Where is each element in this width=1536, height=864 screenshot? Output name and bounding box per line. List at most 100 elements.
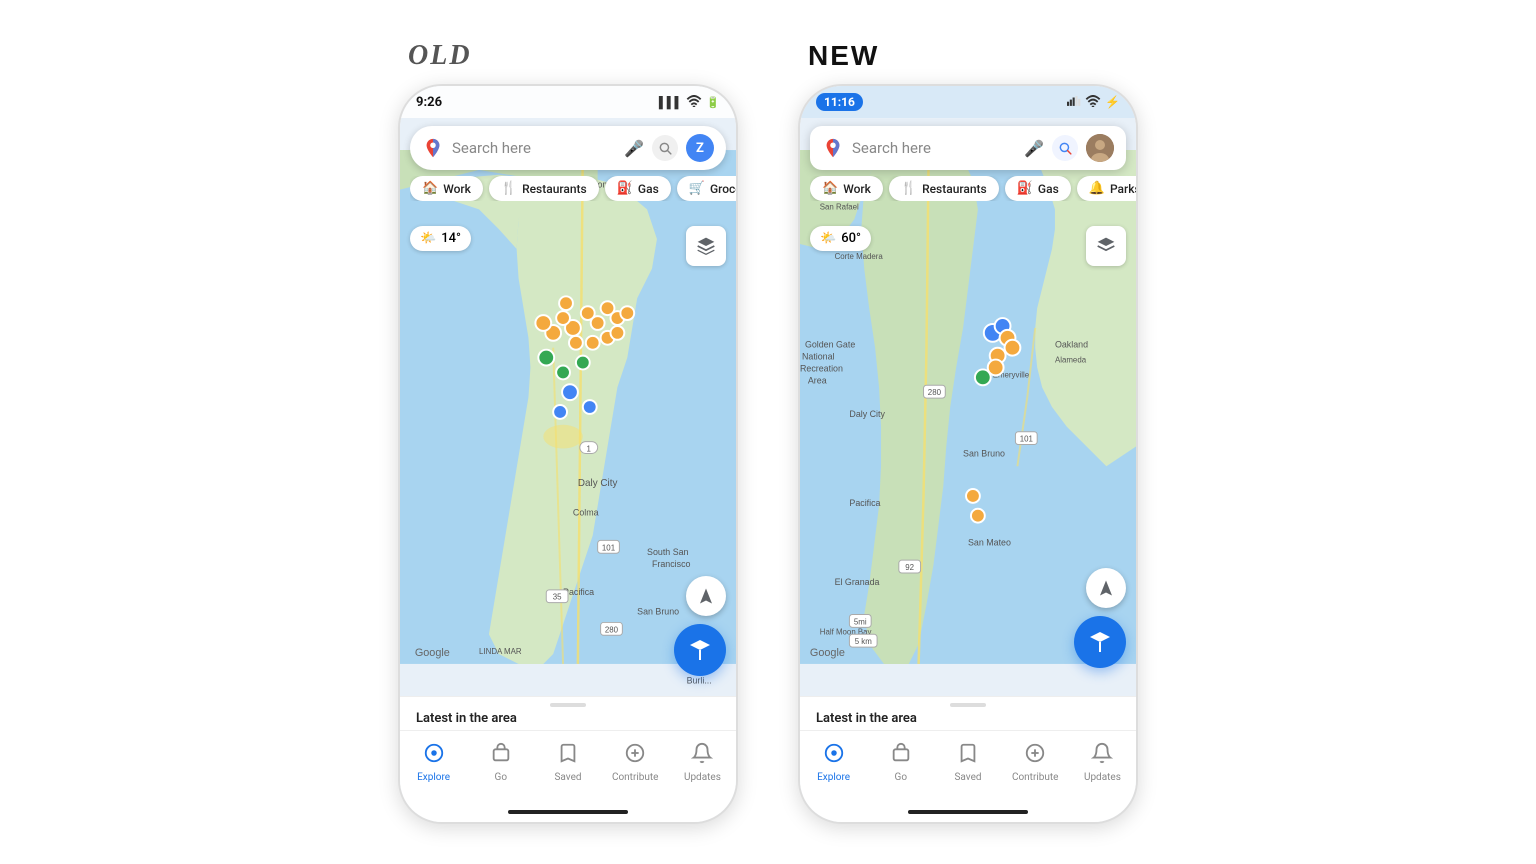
svg-text:Burli...: Burli... [687, 676, 712, 686]
new-chip-parks[interactable]: 🔔 Parks [1077, 176, 1136, 201]
svg-text:San Bruno: San Bruno [963, 448, 1005, 458]
new-nav-explore[interactable]: Explore [800, 742, 867, 783]
old-chip-restaurants[interactable]: 🍴 Restaurants [489, 176, 599, 201]
comparison-container: OLD 9:26 ▌▌▌ 🔋 [378, 20, 1158, 844]
old-status-bar: 9:26 ▌▌▌ 🔋 [400, 86, 736, 118]
svg-text:35: 35 [553, 593, 562, 602]
old-saved-icon [557, 742, 579, 769]
old-user-avatar[interactable]: Z [686, 134, 714, 162]
svg-text:280: 280 [928, 388, 942, 397]
new-user-avatar[interactable] [1086, 134, 1114, 162]
new-map-area: San Rafael San Rafael Corte Madera Oakla… [800, 118, 1136, 696]
old-signal-icon: ▌▌▌ [659, 96, 682, 109]
new-lens-icon[interactable] [1052, 135, 1078, 161]
new-home-indicator [800, 802, 1136, 822]
old-nav-go[interactable]: Go [467, 742, 534, 783]
new-mic-icon[interactable]: 🎤 [1024, 139, 1044, 158]
new-version-wrapper: NEW 11:16 ⚡ [798, 40, 1138, 824]
new-navigate-button[interactable] [1086, 568, 1126, 608]
old-lens-icon[interactable] [652, 135, 678, 161]
old-direction-fab[interactable] [674, 624, 726, 676]
old-updates-label: Updates [684, 772, 721, 783]
new-explore-label: Explore [817, 772, 850, 783]
old-chip-grocery[interactable]: 🛒 Grocerie [677, 176, 736, 201]
new-phone-screen: 11:16 ⚡ [800, 86, 1136, 822]
old-mic-icon[interactable]: 🎤 [624, 139, 644, 158]
new-search-bar[interactable]: Search here 🎤 [810, 126, 1126, 170]
old-saved-label: Saved [554, 772, 581, 783]
old-phone-screen: 9:26 ▌▌▌ 🔋 [400, 86, 736, 822]
new-nav-contribute[interactable]: Contribute [1002, 742, 1069, 783]
new-chip-work[interactable]: 🏠 Work [810, 176, 883, 201]
old-go-icon [490, 742, 512, 769]
old-layers-button[interactable] [686, 226, 726, 266]
svg-text:5 km: 5 km [855, 637, 873, 646]
old-weather-badge: 🌤️ 14° [410, 226, 471, 251]
old-chip-gas[interactable]: ⛽ Gas [605, 176, 671, 201]
new-bottom-nav: Explore Go Saved [800, 730, 1136, 802]
new-status-time: 11:16 [816, 93, 863, 111]
old-map-area: Daly City Colma South San Francisco Paci… [400, 118, 736, 696]
old-bottom-nav: Explore Go Saved [400, 730, 736, 802]
old-work-icon: 🏠 [422, 181, 438, 196]
old-explore-icon [423, 742, 445, 769]
svg-text:San Mateo: San Mateo [968, 537, 1011, 547]
svg-text:Pacifica: Pacifica [849, 498, 880, 508]
old-status-time: 9:26 [416, 95, 442, 110]
new-direction-fab[interactable] [1074, 616, 1126, 668]
svg-text:280: 280 [605, 625, 619, 634]
svg-text:5mi: 5mi [854, 617, 867, 626]
old-search-bar[interactable]: Search here 🎤 Z [410, 126, 726, 170]
old-navigate-button[interactable] [686, 576, 726, 616]
old-updates-icon [691, 742, 713, 769]
svg-text:101: 101 [602, 543, 615, 552]
old-phone-frame: 9:26 ▌▌▌ 🔋 [398, 84, 738, 824]
old-gas-icon: ⛽ [617, 181, 633, 196]
new-layers-button[interactable] [1086, 226, 1126, 266]
new-chip-restaurants[interactable]: 🍴 Restaurants [889, 176, 999, 201]
new-work-icon: 🏠 [822, 181, 838, 196]
new-weather-icon: 🌤️ [820, 231, 836, 246]
old-nav-updates[interactable]: Updates [669, 742, 736, 783]
old-battery-icon: 🔋 [706, 96, 720, 109]
old-nav-explore[interactable]: Explore [400, 742, 467, 783]
new-go-label: Go [895, 772, 908, 783]
svg-text:El Granada: El Granada [835, 577, 880, 587]
old-home-indicator [400, 802, 736, 822]
old-category-chips: 🏠 Work 🍴 Restaurants ⛽ Gas 🛒 [410, 176, 736, 201]
new-bottom-sheet: Latest in the area [800, 696, 1136, 730]
svg-text:Google: Google [810, 647, 845, 659]
new-chip-gas[interactable]: ⛽ Gas [1005, 176, 1071, 201]
new-updates-icon [1091, 742, 1113, 769]
new-parks-icon: 🔔 [1089, 181, 1105, 196]
new-saved-icon [957, 742, 979, 769]
old-chip-work[interactable]: 🏠 Work [410, 176, 483, 201]
svg-text:92: 92 [905, 563, 914, 572]
old-nav-contribute[interactable]: Contribute [602, 742, 669, 783]
old-weather-icon: 🌤️ [420, 231, 436, 246]
new-nav-updates[interactable]: Updates [1069, 742, 1136, 783]
new-home-bar [908, 810, 1028, 814]
svg-text:Google: Google [415, 647, 450, 659]
new-temp: 60° [841, 231, 861, 246]
svg-text:Daly City: Daly City [849, 409, 885, 419]
old-nav-saved[interactable]: Saved [534, 742, 601, 783]
old-latest-text: Latest in the area [400, 707, 736, 730]
new-google-maps-logo [822, 137, 844, 159]
new-status-icons: ⚡ [1067, 95, 1120, 110]
new-status-bar: 11:16 ⚡ [800, 86, 1136, 118]
old-search-placeholder: Search here [452, 139, 616, 157]
old-wifi-icon [686, 95, 702, 110]
old-go-label: Go [495, 772, 508, 783]
svg-text:Colma: Colma [573, 508, 599, 518]
new-nav-saved[interactable]: Saved [934, 742, 1001, 783]
svg-text:Francisco: Francisco [652, 559, 691, 569]
new-saved-label: Saved [954, 772, 981, 783]
new-nav-go[interactable]: Go [867, 742, 934, 783]
svg-text:Golden Gate: Golden Gate [805, 340, 855, 350]
new-contribute-icon [1024, 742, 1046, 769]
new-phone-frame: 11:16 ⚡ [798, 84, 1138, 824]
svg-text:Area: Area [808, 375, 827, 385]
svg-text:Corte Madera: Corte Madera [835, 252, 884, 261]
svg-text:Alameda: Alameda [1055, 356, 1087, 365]
